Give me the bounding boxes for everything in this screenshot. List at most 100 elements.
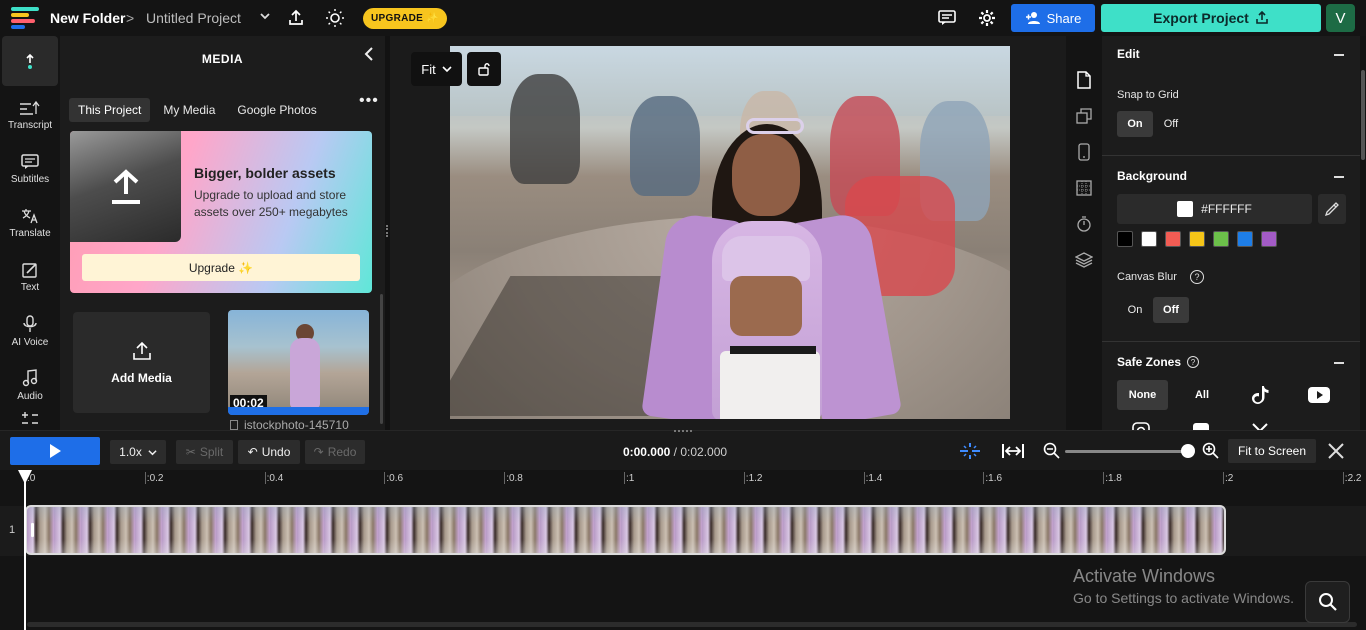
zoom-slider-handle[interactable] (1181, 444, 1195, 458)
facebook-icon[interactable] (1190, 420, 1212, 430)
timeline-ruler[interactable]: :0:0.2:0.4:0.6:0.8:1:1.2:1.4:1.6:1.8:2:2… (0, 470, 1366, 486)
video-clip[interactable] (25, 505, 1226, 555)
playhead-handle[interactable] (18, 470, 32, 484)
tiktok-icon[interactable] (1249, 384, 1271, 406)
comment-icon[interactable] (937, 8, 957, 28)
app-logo[interactable] (11, 7, 41, 29)
promo-upgrade-button[interactable]: Upgrade ✨ (82, 254, 360, 281)
project-title[interactable]: Untitled Project (146, 10, 241, 26)
rail-item-translate[interactable]: Translate (0, 198, 60, 248)
speed-dropdown[interactable]: 1.0x (110, 440, 166, 464)
swatch-black[interactable] (1117, 231, 1133, 247)
tab-google-photos[interactable]: Google Photos (228, 98, 325, 122)
swatch-red[interactable] (1165, 231, 1181, 247)
redo-button[interactable]: ↷ Redo (305, 440, 365, 464)
audio-icon (22, 368, 38, 386)
phone-icon[interactable] (1074, 142, 1094, 162)
media-thumbnail[interactable]: 00:02 (228, 310, 369, 415)
help-icon[interactable]: ? (1190, 270, 1204, 284)
more-options-icon[interactable]: ••• (359, 92, 379, 110)
layers-icon[interactable] (1074, 250, 1094, 270)
fit-dropdown[interactable]: Fit (411, 52, 462, 86)
snap-magnet-icon[interactable] (958, 439, 982, 463)
youtube-icon[interactable] (1308, 384, 1330, 406)
undo-button[interactable]: ↶ Undo (238, 440, 300, 464)
eyedropper-button[interactable] (1318, 194, 1346, 224)
chevron-left-icon[interactable] (363, 46, 375, 67)
x-icon[interactable] (1249, 420, 1271, 430)
clip-trim-handle[interactable] (31, 523, 34, 537)
rail-item-audio[interactable]: Audio (0, 360, 60, 410)
ruler-tick-label: :2 (1225, 473, 1234, 484)
timeline-scrollbar[interactable] (27, 622, 1357, 627)
export-project-button[interactable]: Export Project (1101, 4, 1321, 32)
page-icon[interactable] (1074, 70, 1094, 90)
fit-to-screen-button[interactable]: Fit to Screen (1228, 439, 1316, 463)
breadcrumb-folder[interactable]: New Folder (50, 10, 125, 26)
swatch-green[interactable] (1213, 231, 1229, 247)
ruler-tick (1103, 472, 1105, 484)
upgrade-button[interactable]: UPGRADE ✨ (363, 8, 447, 29)
panel-resize-handle[interactable] (386, 225, 388, 237)
fit-width-icon[interactable] (1001, 439, 1025, 463)
rail-item-transcript[interactable]: Transcript (0, 90, 60, 140)
media-scrollbar[interactable] (380, 294, 383, 424)
rail-item-upload[interactable] (2, 36, 58, 86)
search-icon (1318, 593, 1337, 611)
snap-on-button[interactable]: On (1117, 111, 1153, 137)
grid-icon[interactable] (1074, 178, 1094, 198)
search-button[interactable] (1305, 581, 1350, 623)
collapse-edit-icon[interactable] (1334, 54, 1344, 56)
help-icon[interactable]: ? (1187, 356, 1199, 368)
video-preview[interactable] (450, 46, 1010, 419)
add-media-button[interactable]: Add Media (73, 312, 210, 413)
rail-item-subtitles[interactable]: Subtitles (0, 144, 60, 194)
gear-icon[interactable] (977, 8, 997, 28)
split-button[interactable]: ✂ Split (176, 440, 233, 464)
playhead[interactable] (24, 478, 26, 630)
instagram-icon[interactable] (1130, 420, 1152, 430)
right-icon-strip (1066, 36, 1102, 430)
swatch-blue[interactable] (1237, 231, 1253, 247)
aspect-lock-button[interactable] (467, 52, 501, 86)
swatch-yellow[interactable] (1189, 231, 1205, 247)
tab-my-media[interactable]: My Media (154, 98, 224, 122)
blur-off-button[interactable]: Off (1153, 297, 1189, 323)
background-color-field[interactable]: #FFFFFF (1117, 194, 1312, 224)
chevron-down-icon (148, 449, 157, 455)
preview-girl-pants (720, 351, 820, 419)
blur-on-button[interactable]: On (1117, 297, 1153, 323)
snap-off-button[interactable]: Off (1153, 111, 1189, 137)
lightbulb-icon[interactable] (325, 8, 345, 28)
zoom-slider[interactable] (1065, 450, 1188, 453)
close-icon[interactable] (1324, 439, 1348, 463)
collapse-safe-zones-icon[interactable] (1334, 362, 1344, 364)
zoom-in-icon[interactable] (1199, 439, 1223, 463)
swatch-purple[interactable] (1261, 231, 1277, 247)
promo-image (70, 131, 181, 242)
timeline-resize-handle[interactable] (674, 430, 692, 433)
properties-scrollbar[interactable] (1361, 70, 1365, 160)
share-button[interactable]: Share (1011, 4, 1095, 32)
ruler-tick (504, 472, 506, 484)
ruler-tick-label: :0.8 (506, 473, 523, 484)
duplicate-icon[interactable] (1074, 106, 1094, 126)
safe-zone-none-button[interactable]: None (1117, 380, 1168, 410)
play-button[interactable] (10, 437, 100, 465)
tab-this-project[interactable]: This Project (69, 98, 151, 122)
ruler-tick-label: :1.2 (745, 473, 763, 484)
safe-zone-all-button[interactable]: All (1187, 380, 1217, 410)
avatar[interactable]: V (1326, 4, 1355, 32)
chevron-down-icon[interactable] (259, 9, 271, 25)
zoom-out-icon[interactable] (1040, 439, 1064, 463)
rail-item-text[interactable]: Text (0, 252, 60, 302)
rail-item-ai-voice[interactable]: AI Voice (0, 306, 60, 356)
ruler-tick (1342, 472, 1344, 484)
upload-icon[interactable] (286, 8, 306, 28)
divider (1102, 341, 1360, 342)
ruler-tick-label: :1.8 (1105, 473, 1122, 484)
rail-item-more[interactable] (0, 408, 60, 430)
timer-icon[interactable] (1074, 214, 1094, 234)
collapse-background-icon[interactable] (1334, 176, 1344, 178)
swatch-white[interactable] (1141, 231, 1157, 247)
